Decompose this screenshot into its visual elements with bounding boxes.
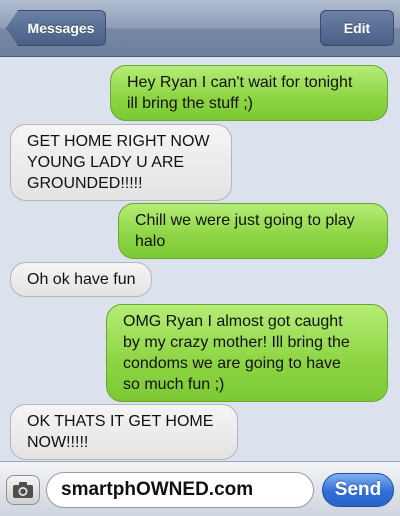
camera-icon bbox=[13, 482, 33, 498]
edit-button[interactable]: Edit bbox=[320, 10, 394, 46]
nav-bar: Messages Edit bbox=[0, 0, 400, 57]
message-input[interactable]: smartphOWNED.com bbox=[46, 472, 314, 508]
message-thread[interactable]: Hey Ryan I can't wait for tonight ill br… bbox=[0, 57, 400, 461]
messages-back-button[interactable]: Messages bbox=[6, 10, 106, 46]
message-bubble-received[interactable]: Oh ok have fun bbox=[10, 262, 152, 297]
camera-button[interactable] bbox=[6, 475, 40, 505]
composer-bar: smartphOWNED.com Send bbox=[0, 461, 400, 516]
send-button[interactable]: Send bbox=[322, 473, 394, 507]
message-bubble-sent[interactable]: Hey Ryan I can't wait for tonight ill br… bbox=[110, 65, 388, 121]
message-bubble-received[interactable]: GET HOME RIGHT NOW YOUNG LADY U ARE GROU… bbox=[10, 124, 232, 201]
message-bubble-received[interactable]: OK THATS IT GET HOME NOW!!!!! bbox=[10, 404, 238, 460]
message-bubble-sent[interactable]: OMG Ryan I almost got caught by my crazy… bbox=[106, 304, 388, 402]
message-bubble-sent[interactable]: Chill we were just going to play halo bbox=[118, 203, 388, 259]
